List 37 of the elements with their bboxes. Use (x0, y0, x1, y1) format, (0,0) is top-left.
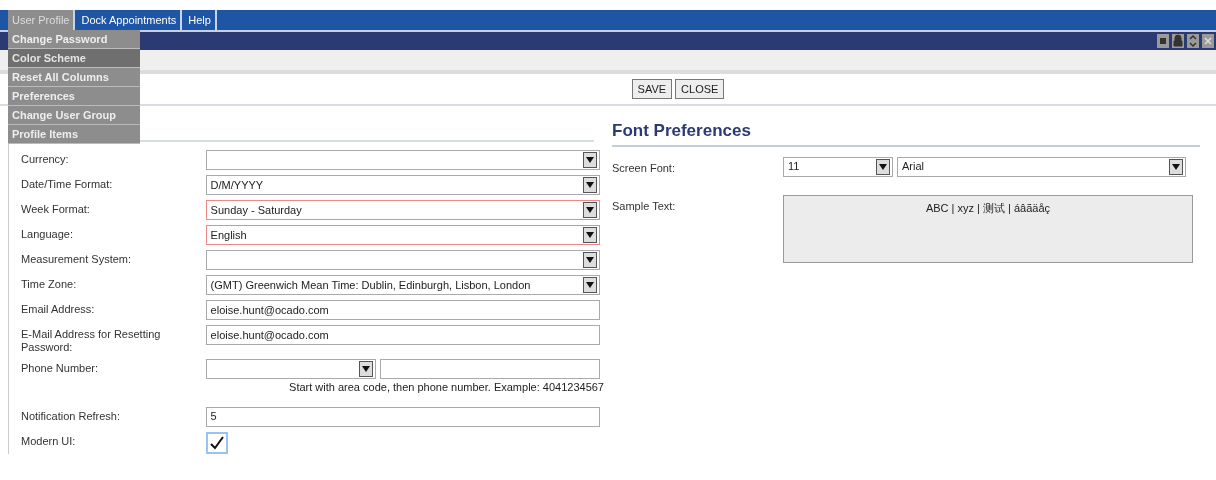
select-field[interactable]: Sunday - Saturday (205, 200, 600, 220)
checkmark-icon (209, 435, 224, 450)
select-field[interactable]: Arial (897, 156, 1186, 177)
field-label: Email Address: (21, 302, 96, 316)
field-label: Screen Font: (612, 160, 676, 176)
field-label: Time Zone: (21, 277, 78, 291)
field-label: E-Mail Address for Resetting Password: (21, 327, 162, 354)
select-field[interactable]: (GMT) Greenwich Mean Time: Dublin, Edinburgh, Lisbon, London (205, 275, 600, 295)
lock-icon[interactable] (1172, 34, 1184, 48)
section-heading: Font Preferences (612, 121, 751, 140)
select-field[interactable]: English (205, 225, 600, 245)
field-label: Language: (21, 227, 74, 241)
menu-item[interactable]: Color Scheme (8, 49, 140, 68)
select-field[interactable] (205, 250, 600, 270)
select-field[interactable]: 11 (783, 156, 893, 177)
field-label: Sample Text: (612, 198, 677, 214)
field-label: Modern UI: (21, 433, 77, 448)
sample-text: ABC | xyz | 测试 | áâãäåç (925, 200, 1051, 216)
field-label: Notification Refresh: (21, 408, 122, 423)
select-field[interactable]: D/M/YYYY (205, 175, 600, 195)
field-label: Phone Number: (21, 361, 100, 375)
field-label: Week Format: (21, 202, 91, 216)
select-field[interactable] (205, 359, 376, 379)
checkbox[interactable] (205, 431, 228, 454)
phone-hint: Start with area code, then phone number. Example: 4041234567 (289, 380, 604, 395)
field-label: Measurement System: (21, 252, 133, 266)
input-field[interactable] (379, 359, 600, 379)
refresh-icon[interactable] (1187, 34, 1199, 48)
save-icon[interactable] (1157, 34, 1169, 48)
toolbar-button[interactable]: SAVE (631, 79, 673, 99)
input-field[interactable]: eloise.hunt@ocado.com (205, 300, 600, 320)
toolbar-button[interactable]: CLOSE (675, 79, 725, 99)
input-field[interactable]: eloise.hunt@ocado.com (205, 325, 600, 345)
field-label: Date/Time Format: (21, 177, 114, 191)
input-field[interactable]: 5 (205, 406, 600, 427)
select-field[interactable] (205, 150, 600, 170)
field-label: Currency: (21, 152, 70, 166)
